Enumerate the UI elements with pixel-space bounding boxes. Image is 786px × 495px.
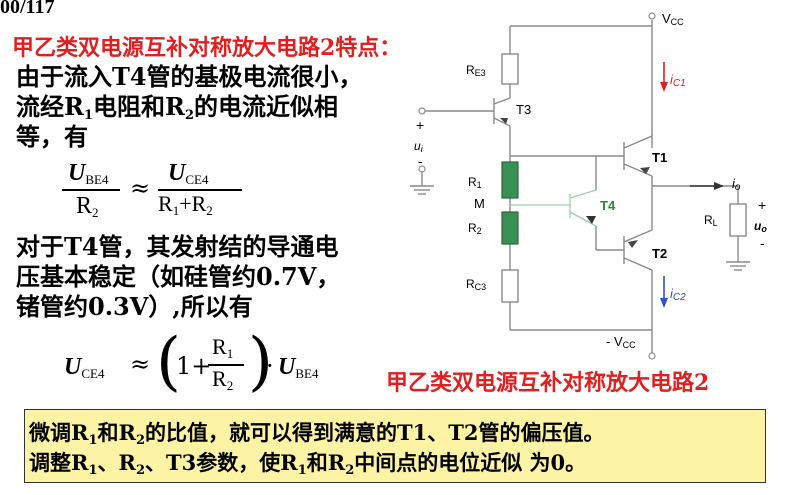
ui-label: ui bbox=[414, 139, 424, 154]
page-number: 00/117 bbox=[0, 0, 55, 18]
re3-resistor bbox=[501, 53, 519, 85]
io-arrow bbox=[714, 182, 724, 190]
circuit-diagram: VCC RE3 T3 T1 T2 T4 R1 M R2 RC3 RL iC1 i… bbox=[410, 11, 767, 360]
r2-label: R2 bbox=[468, 221, 482, 236]
slide-title: 甲乙类双电源互补对称放大电路2特点： bbox=[12, 35, 402, 61]
t4-label: T4 bbox=[600, 198, 616, 213]
input-terminal bbox=[418, 107, 426, 115]
io-label: io bbox=[732, 176, 741, 193]
ic1-arrow bbox=[660, 82, 668, 92]
r2-resistor bbox=[501, 211, 519, 245]
para2-line-3: 锗管约0.3V）,所以有 bbox=[16, 292, 253, 321]
re3-label: RE3 bbox=[466, 63, 486, 78]
ui-plus: + bbox=[416, 117, 424, 133]
note-line-1: 微调R1和R2的比值，就可以得到满意的T1、T2管的偏压值。 bbox=[29, 420, 605, 448]
approx-symbol: ≈ bbox=[130, 174, 151, 202]
r1-resistor bbox=[501, 161, 519, 199]
t2-emitter-arrow bbox=[628, 240, 638, 248]
t3-label: T3 bbox=[516, 102, 531, 117]
para2-line-1: 对于T4管，其发射结的导通电 bbox=[16, 232, 339, 261]
ic2-arrow bbox=[660, 298, 668, 308]
t1-label: T1 bbox=[652, 150, 667, 165]
equation-current-ratio: UBE4 R2 ≈ UCE4 R1+R2 bbox=[60, 158, 260, 222]
uo-label: uo bbox=[754, 219, 767, 234]
ic2-label: iC2 bbox=[670, 286, 686, 303]
neg-vcc-terminal bbox=[648, 352, 656, 360]
t2-label: T2 bbox=[652, 246, 667, 261]
m-label: M bbox=[474, 196, 485, 211]
t1-emitter-arrow bbox=[640, 167, 650, 174]
note-line-2: 调整R1、R2、T3参数，使R1和R2中间点的电位近似 为0。 bbox=[29, 450, 587, 478]
uo-minus: - bbox=[760, 235, 765, 251]
uo-plus: + bbox=[758, 197, 766, 213]
neg-vcc-label: - VCC bbox=[606, 334, 636, 350]
rc3-resistor bbox=[501, 269, 519, 303]
rl-resistor bbox=[729, 203, 747, 237]
para2-line-2: 压基本稳定（如硅管约0.7V， bbox=[16, 262, 341, 291]
intro-line-3: 等，有 bbox=[16, 122, 88, 151]
rc3-label: RC3 bbox=[466, 277, 486, 292]
vcc-terminal bbox=[648, 12, 656, 20]
ic1-label: iC1 bbox=[670, 72, 686, 89]
intro-line-1: 由于流入T4管的基极电流很小， bbox=[16, 62, 363, 91]
rl-label: RL bbox=[704, 213, 718, 228]
ui-minus: - bbox=[418, 153, 423, 169]
equation-uce4: UCE4 ≈ ( 1+ R1 R2 ) · UBE4 bbox=[64, 325, 319, 399]
vcc-label: VCC bbox=[662, 11, 684, 27]
note-box: 微调R1和R2的比值，就可以得到满意的T1、T2管的偏压值。 调整R1、R2、T… bbox=[24, 409, 766, 483]
r1-label: R1 bbox=[468, 175, 482, 190]
figure-caption: 甲乙类双电源互补对称放大电路2 bbox=[386, 370, 710, 396]
